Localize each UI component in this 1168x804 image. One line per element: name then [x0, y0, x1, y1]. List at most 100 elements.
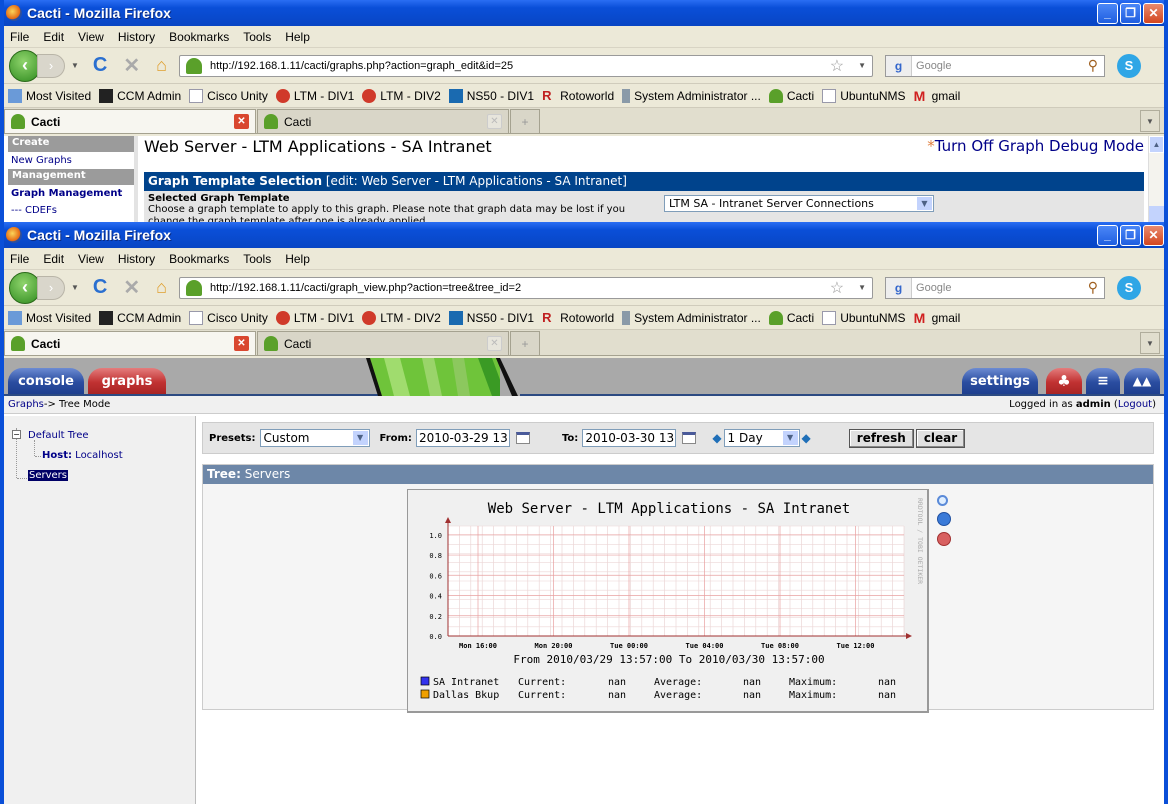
url-dropdown-icon[interactable]: ▼ [858, 283, 866, 292]
url-text[interactable]: http://192.168.1.11/cacti/graph_view.php… [210, 282, 830, 294]
search-bar[interactable]: g Google ⚲ [885, 54, 1106, 77]
home-icon[interactable]: ⌂ [156, 55, 167, 76]
graph-template-select[interactable]: LTM SA - Intranet Server Connections ▼ [664, 195, 934, 212]
bookmark-cacti[interactable]: Cacti [768, 310, 814, 325]
bookmark-star-icon[interactable]: ☆ [830, 278, 844, 298]
scroll-up-button[interactable]: ▲ [1149, 136, 1164, 153]
skype-icon[interactable]: S [1117, 275, 1142, 300]
preview-view-button[interactable]: ▲▲ [1124, 368, 1160, 394]
bookmark-gmail[interactable]: Mgmail [914, 89, 961, 103]
calendar-icon[interactable] [515, 432, 530, 444]
shift-right-icon[interactable]: ◆ [802, 431, 811, 445]
close-tab-icon[interactable]: ✕ [487, 336, 502, 351]
bookmark-ccm-admin[interactable]: CCM Admin [99, 88, 181, 103]
menu-help[interactable]: Help [285, 252, 310, 266]
tab-cacti-1[interactable]: Cacti ✕ [4, 331, 256, 355]
calendar-icon[interactable] [682, 432, 697, 444]
scroll-thumb[interactable] [1149, 206, 1164, 222]
new-tab-button[interactable]: + [510, 109, 540, 133]
presets-select[interactable]: Custom ▼ [259, 429, 370, 447]
search-input[interactable]: Google [916, 60, 1088, 72]
shift-left-icon[interactable]: ◆ [712, 431, 721, 445]
history-dropdown-icon[interactable]: ▼ [71, 283, 79, 292]
bookmark-ccm-admin[interactable]: CCM Admin [99, 310, 181, 325]
bookmark-ubuntunms[interactable]: UbuntuNMS [822, 88, 906, 103]
list-view-button[interactable]: ≡ [1086, 368, 1120, 394]
bookmark-ns50-div1[interactable]: NS50 - DIV1 [448, 88, 534, 103]
sidebar-item-new-graphs[interactable]: New Graphs [4, 152, 134, 169]
bookmark-cisco-unity[interactable]: Cisco Unity [189, 88, 268, 103]
clear-button[interactable]: clear [915, 428, 966, 448]
tree-view-button[interactable]: ♣ [1046, 368, 1082, 394]
debug-mode-link[interactable]: *Turn Off Graph Debug Mode [927, 137, 1144, 155]
rrd-graph[interactable]: Web Server - LTM Applications - SA Intra… [407, 489, 929, 713]
sidebar-item-graph-management[interactable]: Graph Management [4, 185, 134, 202]
close-tab-icon[interactable]: ✕ [234, 114, 249, 129]
bookmark-most-visited[interactable]: Most Visited [8, 310, 91, 325]
bookmark-rotoworld[interactable]: R Rotoworld [542, 310, 614, 325]
search-bar[interactable]: g Google ⚲ [885, 276, 1106, 299]
menu-history[interactable]: History [118, 30, 155, 44]
stop-icon[interactable]: ✕ [123, 275, 140, 300]
bookmark-ns50-div1[interactable]: NS50 - DIV1 [448, 310, 534, 325]
menu-tools[interactable]: Tools [243, 252, 271, 266]
bookmark-most-visited[interactable]: Most Visited [8, 88, 91, 103]
google-icon[interactable]: g [886, 55, 913, 76]
menu-view[interactable]: View [78, 252, 104, 266]
tree-node-servers[interactable]: Servers [28, 470, 69, 481]
list-tabs-button[interactable]: ▼ [1140, 332, 1160, 354]
search-input[interactable]: Google [916, 282, 1088, 294]
from-date-input[interactable]: 2010-03-29 13:57 [415, 429, 510, 447]
bookmark-ltm-div2[interactable]: LTM - DIV2 [362, 310, 441, 325]
tab-cacti-2[interactable]: Cacti ✕ [257, 109, 509, 133]
reload-icon[interactable]: C [93, 54, 107, 77]
zoom-icon[interactable] [937, 495, 948, 506]
bookmark-star-icon[interactable]: ☆ [830, 56, 844, 76]
bookmark-ubuntunms[interactable]: UbuntuNMS [822, 310, 906, 325]
to-date-input[interactable]: 2010-03-30 13:57 [582, 429, 677, 447]
menu-view[interactable]: View [78, 30, 104, 44]
export-csv-icon[interactable] [937, 512, 951, 526]
bookmark-cisco-unity[interactable]: Cisco Unity [189, 310, 268, 325]
settings-tab[interactable]: settings [962, 368, 1038, 394]
timespan-select[interactable]: 1 Day ▼ [723, 429, 800, 447]
restore-button[interactable]: ❐ [1120, 224, 1141, 246]
tab-cacti-1[interactable]: Cacti ✕ [4, 109, 256, 133]
menu-edit[interactable]: Edit [43, 30, 64, 44]
url-bar[interactable]: http://192.168.1.11/cacti/graphs.php?act… [179, 54, 874, 77]
menu-file[interactable]: File [10, 252, 29, 266]
graphs-tab[interactable]: graphs [88, 368, 166, 394]
url-dropdown-icon[interactable]: ▼ [858, 61, 866, 70]
console-tab[interactable]: console [8, 368, 84, 394]
search-icon[interactable]: ⚲ [1088, 57, 1098, 74]
history-dropdown-icon[interactable]: ▼ [71, 61, 79, 70]
bookmark-ltm-div2[interactable]: LTM - DIV2 [362, 88, 441, 103]
skype-icon[interactable]: S [1117, 53, 1142, 78]
logout-link[interactable]: Logout [1118, 399, 1152, 410]
reload-icon[interactable]: C [93, 276, 107, 299]
search-icon[interactable]: ⚲ [1088, 279, 1098, 296]
menu-file[interactable]: File [10, 30, 29, 44]
menu-bookmarks[interactable]: Bookmarks [169, 30, 229, 44]
url-text[interactable]: http://192.168.1.11/cacti/graphs.php?act… [210, 60, 830, 72]
google-icon[interactable]: g [886, 277, 913, 298]
bookmark-cacti[interactable]: Cacti [768, 88, 814, 103]
menu-help[interactable]: Help [285, 30, 310, 44]
close-button[interactable]: ✕ [1143, 2, 1164, 24]
menu-edit[interactable]: Edit [43, 252, 64, 266]
tree-node-default-tree[interactable]: Default Tree [28, 430, 89, 441]
stop-icon[interactable]: ✕ [123, 53, 140, 78]
bookmark-rotoworld[interactable]: R Rotoworld [542, 88, 614, 103]
restore-button[interactable]: ❐ [1120, 2, 1141, 24]
breadcrumb-graphs-link[interactable]: Graphs [8, 399, 44, 410]
tab-cacti-2[interactable]: Cacti ✕ [257, 331, 509, 355]
refresh-button[interactable]: refresh [848, 428, 914, 448]
debug-icon[interactable] [937, 532, 951, 546]
menu-history[interactable]: History [118, 252, 155, 266]
minimize-button[interactable]: _ [1097, 2, 1118, 24]
url-bar[interactable]: http://192.168.1.11/cacti/graph_view.php… [179, 276, 874, 299]
vertical-scrollbar[interactable]: ▲ [1148, 136, 1164, 222]
minimize-button[interactable]: _ [1097, 224, 1118, 246]
list-tabs-button[interactable]: ▼ [1140, 110, 1160, 132]
home-icon[interactable]: ⌂ [156, 277, 167, 298]
